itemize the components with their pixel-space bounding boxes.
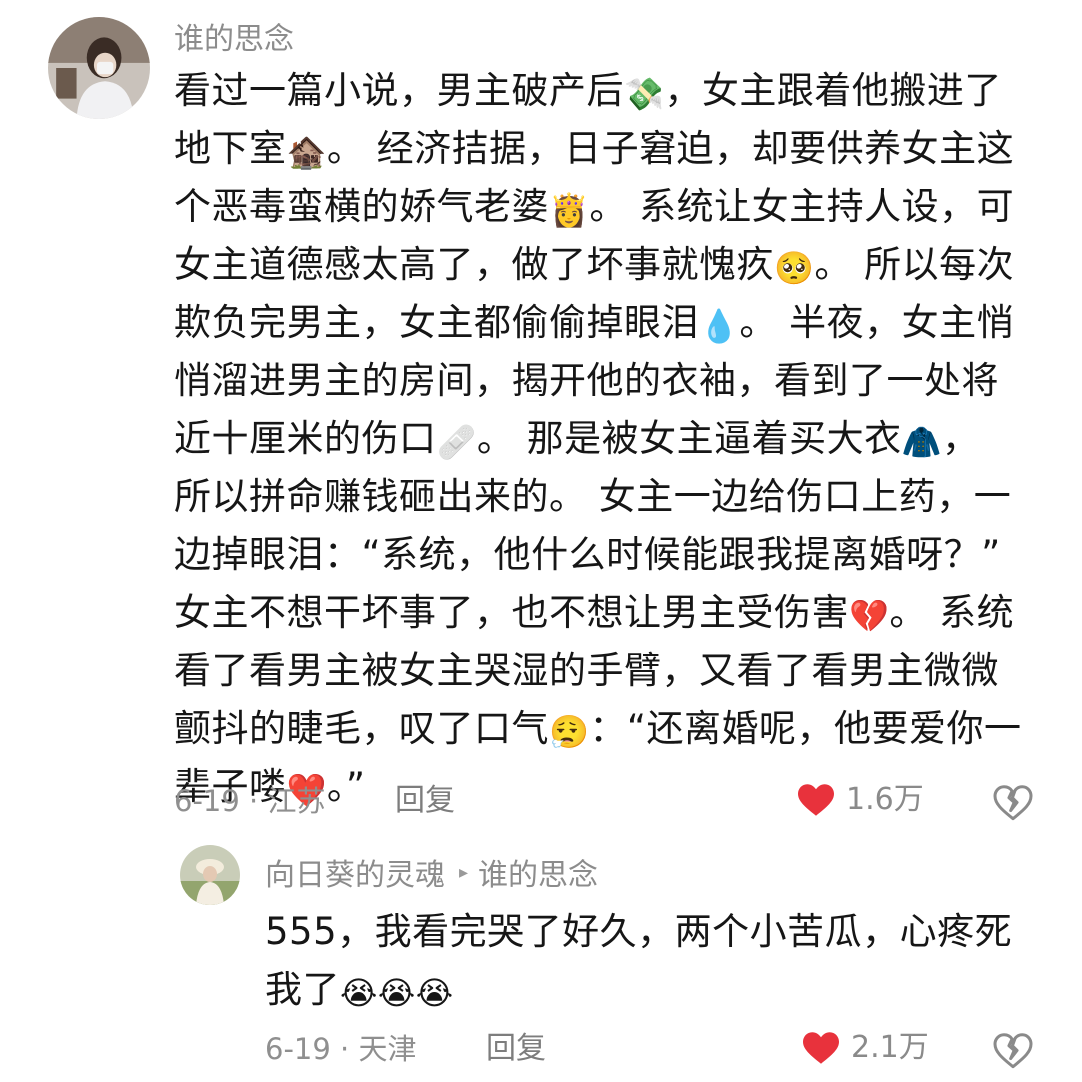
text-segment: 。 半夜，女主悄	[739, 301, 1015, 344]
text-segment: 看了看男主被女主哭湿的手臂，又看了看男主微微	[174, 649, 999, 692]
like-count: 1.6万	[846, 782, 924, 817]
comment-text-line: 个恶毒蛮横的娇气老婆👸。 系统让女主持人设，可	[174, 178, 1054, 236]
avatar[interactable]	[48, 17, 150, 119]
comment-text-line: 悄溜进男主的房间，揭开他的衣袖，看到了一处将	[174, 352, 1054, 410]
text-segment: 颤抖的睫毛，叹了口气	[174, 707, 549, 750]
reply-header: 向日葵的灵魂 ▸ 谁的思念	[265, 850, 598, 894]
text-segment: 个恶毒蛮横的娇气老婆	[174, 185, 549, 228]
emoji-icon: 😭😭😭	[340, 974, 454, 1012]
text-segment: 所以拼命赚钱砸出来的。 女主一边给伤口上药，一	[174, 475, 1012, 518]
emoji-icon: 👸	[549, 191, 590, 229]
text-segment: ，	[941, 417, 980, 460]
reply-date-location: 6-19 · 天津	[265, 1032, 417, 1066]
emoji-icon: 😮‍💨	[549, 713, 590, 751]
text-segment: ，女主跟着他搬进了	[664, 69, 1002, 112]
emoji-icon: 💸	[624, 75, 665, 113]
text-segment: 看过一篇小说，男主破产后	[174, 69, 624, 112]
reply-avatar[interactable]	[180, 845, 240, 905]
text-segment: 。 系统让女主持人设，可	[589, 185, 1015, 228]
text-segment: 。 所以每次	[814, 243, 1015, 286]
comment-text-line: 近十厘米的伤口🩹。 那是被女主逼着买大衣🧥，	[174, 410, 1054, 468]
comment-text-line: 地下室🏚️。 经济拮据，日子窘迫，却要供养女主这	[174, 120, 1054, 178]
like-count: 2.1万	[851, 1030, 929, 1065]
avatar-image	[48, 17, 150, 119]
comment-text: 看过一篇小说，男主破产后💸，女主跟着他搬进了 地下室🏚️。 经济拮据，日子窘迫，却…	[174, 62, 1054, 816]
broken-heart-outline-icon[interactable]	[993, 1033, 1033, 1069]
comment-text-line: 颤抖的睫毛，叹了口气😮‍💨：“还离婚呢，他要爱你一	[174, 700, 1054, 758]
text-segment: 。”	[326, 765, 366, 808]
emoji-icon: 🧥	[901, 423, 942, 461]
comment-text-line: 555，我看完哭了好久，两个小苦瓜，心疼死	[265, 903, 1045, 961]
comment-text-line: 女主道德感太高了，做了坏事就愧疚🥺。 所以每次	[174, 236, 1054, 294]
comment-text-line: 看了看男主被女主哭湿的手臂，又看了看男主微微	[174, 642, 1054, 700]
emoji-icon: 🥺	[774, 249, 815, 287]
comment-thread: 谁的思念 看过一篇小说，男主破产后💸，女主跟着他搬进了 地下室🏚️。 经济拮据，日…	[0, 0, 1082, 1082]
comment-text-line: 边掉眼泪：“系统，他什么时候能跟我提离婚呀？”	[174, 526, 1054, 584]
comment-text-line: 所以拼命赚钱砸出来的。 女主一边给伤口上药，一	[174, 468, 1054, 526]
reply-button[interactable]: 回复	[395, 783, 455, 819]
like-button[interactable]: 2.1万	[803, 1030, 929, 1066]
text-segment: 。 那是被女主逼着买大衣	[476, 417, 902, 460]
comment-text-line: 女主不想干坏事了，也不想让男主受伤害💔。 系统	[174, 584, 1054, 642]
reply-text: 555，我看完哭了好久，两个小苦瓜，心疼死 我了😭😭😭	[265, 903, 1045, 1019]
comment-text-line: 我了😭😭😭	[265, 961, 1045, 1019]
emoji-icon: 🩹	[436, 423, 477, 461]
text-segment: 边掉眼泪：“系统，他什么时候能跟我提离婚呀？”	[174, 533, 1001, 576]
comment-username[interactable]: 谁的思念	[174, 22, 294, 58]
reply-button[interactable]: 回复	[486, 1031, 546, 1067]
broken-heart-outline-icon[interactable]	[993, 785, 1033, 821]
heart-icon	[798, 783, 834, 816]
reply-arrow-icon: ▸	[459, 861, 469, 883]
heart-icon	[803, 1031, 839, 1064]
text-segment: 555，我看完哭了好久，两个小苦瓜，心疼死	[265, 910, 1013, 953]
like-button[interactable]: 1.6万	[798, 782, 924, 818]
text-segment: 近十厘米的伤口	[174, 417, 437, 460]
text-segment: 地下室	[174, 127, 287, 170]
emoji-icon: 🏚️	[286, 133, 327, 171]
emoji-icon: 💧	[699, 307, 740, 345]
reply-username[interactable]: 向日葵的灵魂	[265, 850, 445, 894]
text-segment: 我了	[265, 968, 340, 1011]
text-segment: ：“还离婚呢，他要爱你一	[589, 707, 1022, 750]
text-segment: 欺负完男主，女主都偷偷掉眼泪	[174, 301, 699, 344]
text-segment: 。 系统	[889, 591, 1015, 634]
reply-to-username[interactable]: 谁的思念	[478, 850, 598, 894]
emoji-icon: 💔	[849, 597, 890, 635]
comment-text-line: 看过一篇小说，男主破产后💸，女主跟着他搬进了	[174, 62, 1054, 120]
text-segment: 悄溜进男主的房间，揭开他的衣袖，看到了一处将	[174, 359, 999, 402]
avatar-image	[180, 845, 240, 905]
comment-text-line: 欺负完男主，女主都偷偷掉眼泪💧。 半夜，女主悄	[174, 294, 1054, 352]
text-segment: 。 经济拮据，日子窘迫，却要供养女主这	[326, 127, 1015, 170]
text-segment: 女主不想干坏事了，也不想让男主受伤害	[174, 591, 849, 634]
text-segment: 女主道德感太高了，做了坏事就愧疚	[174, 243, 774, 286]
comment-date-location: 6-19 · 江苏	[174, 784, 326, 818]
